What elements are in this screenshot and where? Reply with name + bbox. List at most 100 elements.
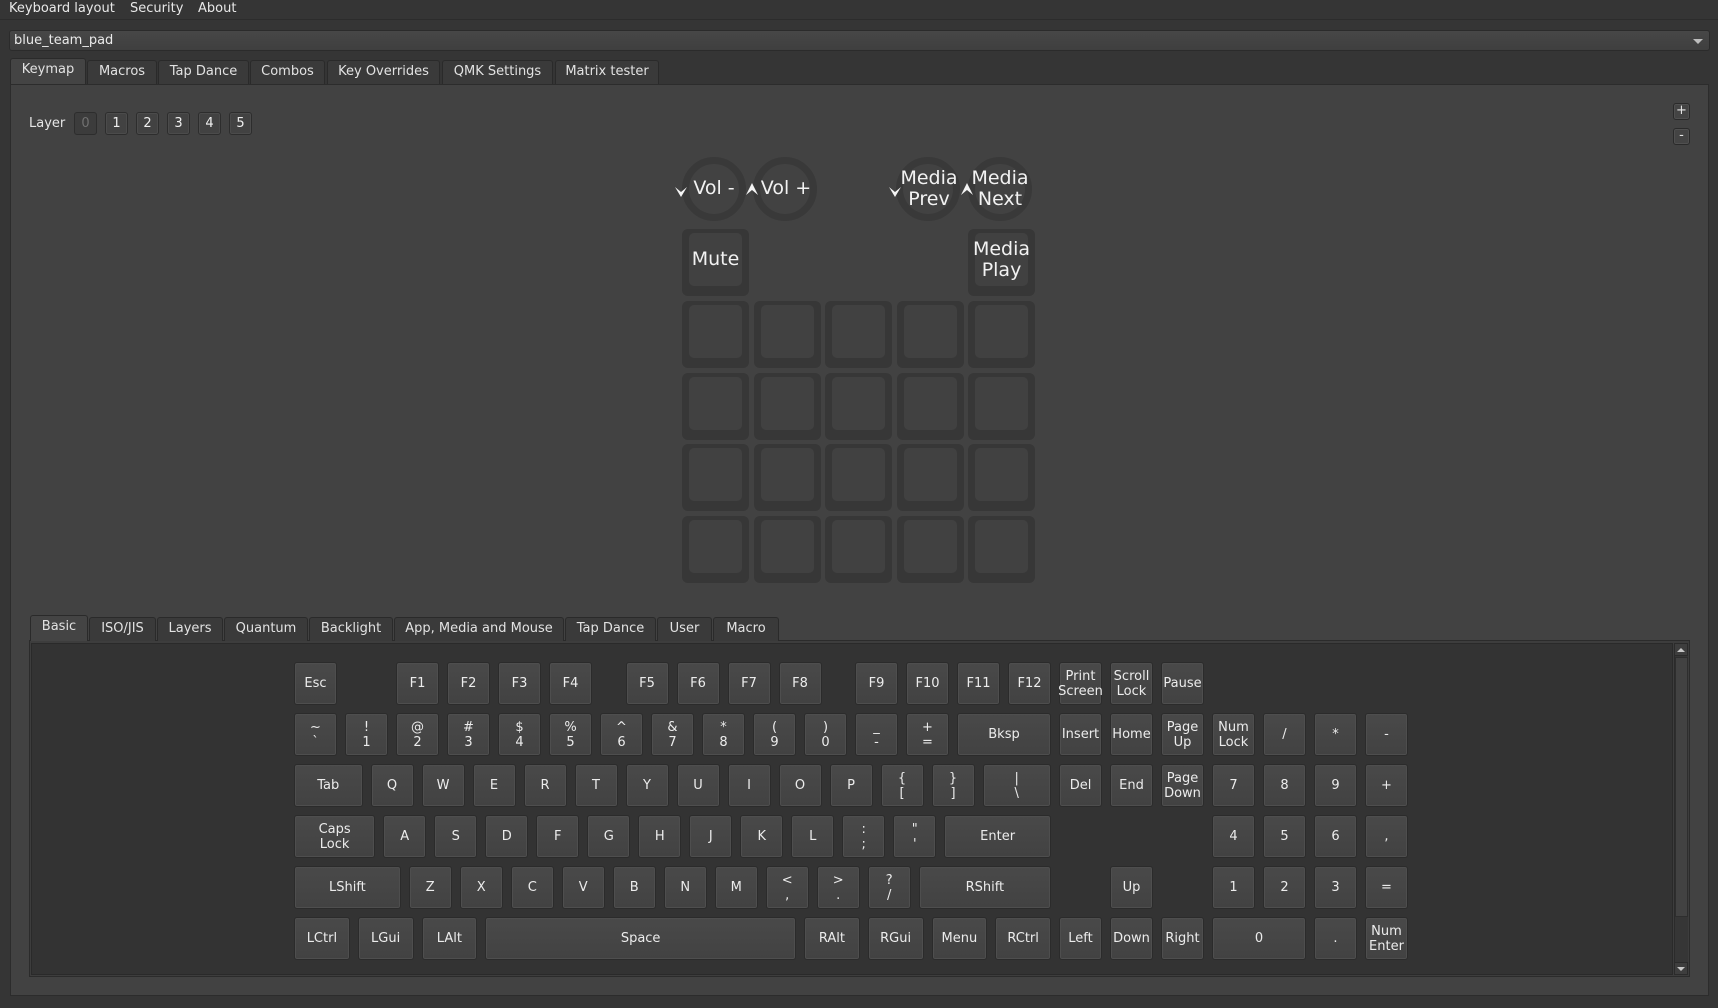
key-a[interactable]: A — [383, 815, 427, 858]
key-5[interactable]: % 5 — [549, 713, 592, 756]
key-0[interactable]: 0 — [1212, 917, 1306, 960]
key-o[interactable]: O — [778, 764, 822, 807]
key-page-up[interactable]: Page Up — [1161, 713, 1204, 756]
key-4[interactable]: $ 4 — [498, 713, 541, 756]
pad-key-r1-c3[interactable] — [825, 301, 892, 368]
layer-button-2[interactable]: 2 — [136, 112, 159, 135]
key-lctrl[interactable]: LCtrl — [294, 917, 350, 960]
key-8[interactable]: 8 — [1263, 764, 1306, 807]
zoom-in-button[interactable]: + — [1673, 103, 1690, 120]
key-tab[interactable]: Tab — [294, 764, 363, 807]
key-symbol[interactable]: + = — [906, 713, 949, 756]
key-rctrl[interactable]: RCtrl — [995, 917, 1051, 960]
key-8[interactable]: * 8 — [702, 713, 745, 756]
key-y[interactable]: Y — [625, 764, 669, 807]
pad-key-r4-c2[interactable] — [753, 515, 821, 583]
key-f[interactable]: F — [536, 815, 580, 858]
key-f6[interactable]: F6 — [676, 662, 720, 705]
key-c[interactable]: C — [510, 866, 554, 909]
key-symbol[interactable]: " ' — [893, 815, 937, 858]
key-symbol[interactable]: | \ — [982, 764, 1051, 807]
layer-button-0[interactable]: 0 — [74, 112, 97, 135]
key-1[interactable]: 1 — [1212, 866, 1255, 909]
key-f12[interactable]: F12 — [1008, 662, 1051, 705]
pad-key-media-play[interactable]: Media Play — [968, 229, 1035, 296]
key-n[interactable]: N — [663, 866, 707, 909]
tab-user[interactable]: User — [657, 617, 712, 641]
key-print-screen[interactable]: Print Screen — [1058, 662, 1103, 705]
menu-security[interactable]: Security — [130, 1, 183, 16]
pad-key-mute[interactable]: Mute — [682, 229, 749, 296]
key-7[interactable]: 7 — [1212, 764, 1255, 807]
key-i[interactable]: I — [727, 764, 771, 807]
key-0[interactable]: ) 0 — [804, 713, 847, 756]
scroll-up-button[interactable] — [1674, 643, 1688, 656]
key-lalt[interactable]: LAlt — [421, 917, 478, 960]
key-caps-lock[interactable]: Caps Lock — [294, 815, 376, 858]
pad-key-r1-c2[interactable] — [753, 301, 821, 368]
key-symbol[interactable]: } ] — [931, 764, 975, 807]
key-symbol[interactable]: - — [1365, 713, 1408, 756]
layer-button-1[interactable]: 1 — [105, 112, 128, 135]
menu-about[interactable]: About — [198, 1, 236, 16]
key-m[interactable]: M — [714, 866, 758, 909]
key-symbol[interactable]: { [ — [880, 764, 924, 807]
key-symbol[interactable]: * — [1314, 713, 1357, 756]
key-esc[interactable]: Esc — [294, 662, 337, 705]
pad-key-r1-c1[interactable] — [682, 301, 749, 368]
key-6[interactable]: 6 — [1314, 815, 1357, 858]
key-symbol[interactable]: ? / — [867, 866, 911, 909]
pad-key-r3-c2[interactable] — [753, 444, 821, 511]
tab-quantum[interactable]: Quantum — [224, 617, 308, 641]
scroll-down-button[interactable] — [1674, 962, 1688, 975]
layer-button-4[interactable]: 4 — [198, 112, 221, 135]
tab-combos[interactable]: Combos — [250, 60, 325, 84]
key-symbol[interactable]: _ - — [855, 713, 898, 756]
tab-tap-dance-keys[interactable]: Tap Dance — [565, 617, 656, 641]
key-left[interactable]: Left — [1059, 917, 1102, 960]
key-symbol[interactable]: / — [1263, 713, 1306, 756]
key-f1[interactable]: F1 — [396, 662, 439, 705]
key-f5[interactable]: F5 — [625, 662, 669, 705]
key-3[interactable]: 3 — [1314, 866, 1357, 909]
key-f8[interactable]: F8 — [778, 662, 822, 705]
key-menu[interactable]: Menu — [931, 917, 988, 960]
key-f2[interactable]: F2 — [447, 662, 490, 705]
menu-keyboard-layout[interactable]: Keyboard layout — [9, 1, 115, 16]
key-insert[interactable]: Insert — [1059, 713, 1102, 756]
tab-backlight[interactable]: Backlight — [309, 617, 393, 641]
key-3[interactable]: # 3 — [447, 713, 490, 756]
tab-iso-jis[interactable]: ISO/JIS — [89, 617, 156, 641]
key-p[interactable]: P — [829, 764, 873, 807]
tab-keymap[interactable]: Keymap — [10, 58, 86, 84]
key-l[interactable]: L — [791, 815, 835, 858]
key-lshift[interactable]: LShift — [294, 866, 401, 909]
pad-key-r1-c4[interactable] — [896, 301, 964, 368]
key-2[interactable]: @ 2 — [396, 713, 439, 756]
key-ralt[interactable]: RAlt — [804, 917, 860, 960]
pad-key-r4-c3[interactable] — [825, 515, 892, 583]
key-symbol[interactable]: , — [1365, 815, 1408, 858]
key-e[interactable]: E — [472, 764, 516, 807]
tab-tap-dance[interactable]: Tap Dance — [158, 60, 249, 84]
key-symbol[interactable]: > . — [816, 866, 860, 909]
key-w[interactable]: W — [421, 764, 465, 807]
key-f7[interactable]: F7 — [727, 662, 771, 705]
key-num-enter[interactable]: Num Enter — [1365, 917, 1408, 960]
pad-key-r2-c1[interactable] — [682, 372, 749, 440]
key-f4[interactable]: F4 — [549, 662, 592, 705]
key-home[interactable]: Home — [1110, 713, 1153, 756]
key-9[interactable]: ( 9 — [753, 713, 796, 756]
tab-macros[interactable]: Macros — [87, 60, 157, 84]
key-j[interactable]: J — [689, 815, 733, 858]
pad-key-r1-c5[interactable] — [968, 301, 1035, 368]
layer-button-3[interactable]: 3 — [167, 112, 190, 135]
key-z[interactable]: Z — [408, 866, 452, 909]
key-t[interactable]: T — [574, 764, 618, 807]
key-bksp[interactable]: Bksp — [957, 713, 1051, 756]
pad-key-r3-c4[interactable] — [896, 444, 964, 511]
key-scroll-lock[interactable]: Scroll Lock — [1110, 662, 1153, 705]
key-rshift[interactable]: RShift — [918, 866, 1051, 909]
key-lgui[interactable]: LGui — [357, 917, 414, 960]
pad-key-r4-c4[interactable] — [896, 515, 964, 583]
